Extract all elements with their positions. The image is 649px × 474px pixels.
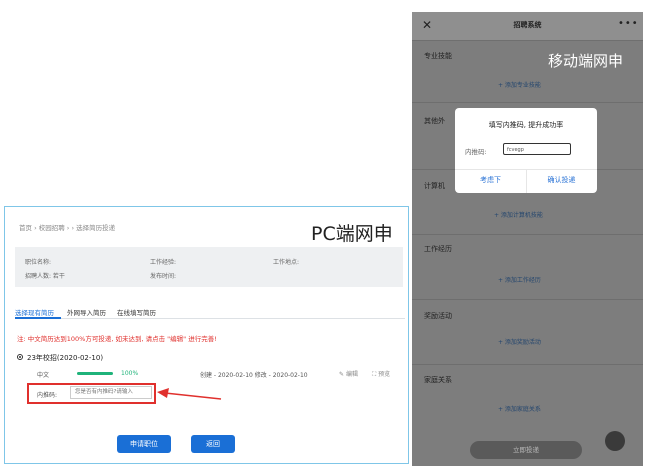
warning-text: 注: 中文简历达到100%方可投递, 如未达到, 请点击 "编辑" 进行完善! <box>17 335 217 343</box>
resume-dates: 创建 - 2020-02-10 修改 - 2020-02-10 <box>200 372 308 379</box>
referral-dialog: 填写内推码, 提升成功率 内推码: fcvegp 考虑下 确认投递 <box>455 108 597 193</box>
section-awards: 奖励活动 <box>424 312 452 320</box>
preview-label: 预览 <box>378 371 391 378</box>
hire-count: 招聘人数: 若干 <box>25 273 65 280</box>
position-name: 职位名称: <box>25 259 52 266</box>
pc-apply-panel: 首页 › 校园招聘 › › 选择简历投递 PC端网申 职位名称: 招聘人数: 若… <box>4 206 409 464</box>
tab-active-indicator <box>15 317 61 319</box>
section-work: 工作经历 <box>424 245 452 253</box>
section-divider <box>412 102 643 103</box>
dialog-confirm-button[interactable]: 确认投递 <box>526 175 597 185</box>
section-divider <box>412 299 643 300</box>
apply-button[interactable]: 申请职位 <box>117 435 171 453</box>
add-family-link[interactable]: + 添加家庭关系 <box>498 404 541 413</box>
back-button[interactable]: 返回 <box>191 435 235 453</box>
more-icon[interactable]: ••• <box>618 18 639 29</box>
publish-time: 发布时间: <box>150 273 177 280</box>
add-work-link[interactable]: + 添加工作经历 <box>498 275 541 284</box>
referral-input[interactable]: 您是否有内推码?请输入 <box>70 386 152 399</box>
mobile-apply-panel: ✕ 招聘系统 ••• 移动端网申 专业技能 + 添加专业技能 其他外 计算机 +… <box>412 12 643 466</box>
dialog-cancel-button[interactable]: 考虑下 <box>455 175 526 185</box>
mobile-title: 招聘系统 <box>513 21 542 29</box>
dialog-title: 填写内推码, 提升成功率 <box>488 121 564 129</box>
section-divider <box>412 234 643 235</box>
edit-button[interactable]: ✎ 编辑 <box>339 369 358 378</box>
pc-panel-label: PC端网申 <box>311 223 393 245</box>
tab-divider <box>15 318 405 319</box>
resume-name: 23年校招(2020-02-10) <box>27 354 104 362</box>
resume-progress-text: 100% <box>121 370 139 377</box>
arrow-icon <box>157 388 222 400</box>
floating-action-button[interactable] <box>605 431 625 451</box>
section-other: 其他外 <box>424 117 445 125</box>
tab-online-resume[interactable]: 在线填写简历 <box>117 307 156 317</box>
submit-button[interactable]: 立即投递 <box>470 441 582 459</box>
preview-button[interactable]: ⛶ 预览 <box>372 369 390 379</box>
tab-existing-resume[interactable]: 选择现有简历 <box>15 307 54 317</box>
referral-label: 内推码: <box>37 392 58 399</box>
section-divider <box>412 364 643 365</box>
resume-radio[interactable] <box>17 354 23 360</box>
breadcrumb[interactable]: 首页 › 校园招聘 › › 选择简历投递 <box>19 222 115 232</box>
add-skills-link[interactable]: + 添加专业技能 <box>498 80 541 89</box>
section-family: 家庭关系 <box>424 376 452 384</box>
job-info-box: 职位名称: 招聘人数: 若干 工作经验: 发布时间: 工作地点: <box>15 247 403 287</box>
resume-language: 中文 <box>37 372 50 379</box>
edit-label: 编辑 <box>345 371 358 378</box>
edit-icon: ✎ <box>339 371 345 378</box>
dialog-referral-label: 内推码: <box>465 148 487 156</box>
add-awards-link[interactable]: + 添加奖励活动 <box>498 337 541 346</box>
section-skills: 专业技能 <box>424 52 452 60</box>
work-location: 工作地点: <box>273 259 300 266</box>
tab-import-resume[interactable]: 外网导入简历 <box>67 307 106 317</box>
preview-icon: ⛶ <box>372 371 377 378</box>
resume-progress-bar <box>77 372 113 375</box>
mobile-panel-label: 移动端网申 <box>548 52 624 70</box>
section-computer: 计算机 <box>424 182 445 190</box>
work-experience: 工作经验: <box>150 259 177 266</box>
dialog-referral-input[interactable]: fcvegp <box>503 143 571 155</box>
add-computer-link[interactable]: + 添加计算机技能 <box>494 210 543 219</box>
